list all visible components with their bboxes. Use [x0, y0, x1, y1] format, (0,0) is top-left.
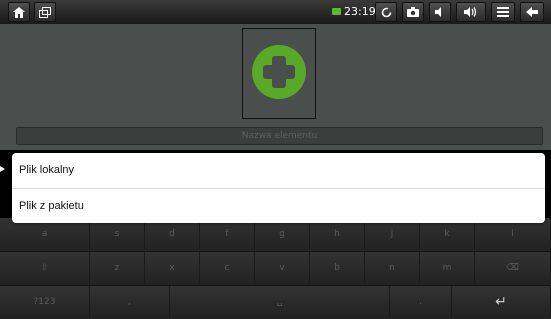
key-b[interactable]: b	[310, 252, 365, 284]
key-m[interactable]: m	[420, 252, 475, 284]
key-shift[interactable]: ⇧	[0, 252, 90, 284]
name-placeholder: Nazwa elementu	[241, 131, 318, 141]
key-enter[interactable]: ↵	[452, 286, 551, 318]
key-n[interactable]: n	[365, 252, 420, 284]
clock: 23:19	[344, 5, 376, 18]
volume-down-icon[interactable]	[429, 2, 451, 22]
volume-up-icon[interactable]	[456, 2, 486, 22]
status-bar: 23:19	[0, 0, 551, 25]
camera-icon[interactable]	[402, 2, 424, 22]
file-source-popup: Plik lokalny Plik z pakietu	[12, 153, 545, 223]
battery-icon	[332, 8, 341, 15]
popup-item-local-file[interactable]: Plik lokalny	[12, 153, 545, 188]
menu-icon[interactable]	[491, 2, 515, 22]
back-icon[interactable]	[520, 2, 544, 22]
popup-item-package-file[interactable]: Plik z pakietu	[12, 189, 545, 224]
recent-apps-icon[interactable]	[34, 2, 56, 22]
key-c[interactable]: c	[200, 252, 255, 284]
key-z[interactable]: z	[90, 252, 145, 284]
key-period[interactable]: .	[390, 286, 452, 318]
green-cross-icon	[252, 45, 306, 99]
on-screen-keyboard: a s d f g h j k l ⇧ z x c v b n m ⌫ ?123…	[0, 218, 551, 319]
name-input[interactable]: Nazwa elementu	[16, 127, 543, 145]
refresh-icon[interactable]	[375, 2, 397, 22]
key-v[interactable]: v	[255, 252, 310, 284]
home-icon[interactable]	[8, 2, 30, 22]
key-space[interactable]: ␣	[170, 286, 390, 318]
key-backspace[interactable]: ⌫	[475, 252, 551, 284]
key-symbols[interactable]: ?123	[0, 286, 90, 318]
element-icon-button[interactable]	[242, 28, 316, 119]
key-x[interactable]: x	[145, 252, 200, 284]
pointer-arrow-icon	[0, 166, 5, 172]
key-comma[interactable]: ,	[90, 286, 170, 318]
